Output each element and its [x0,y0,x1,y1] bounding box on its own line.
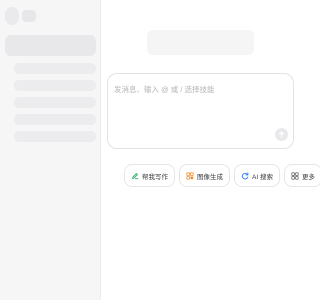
history-item-placeholder[interactable] [14,80,96,91]
message-input[interactable] [114,82,284,96]
pen-icon [132,172,139,179]
greeting-title-placeholder [147,30,254,55]
history-item-placeholder[interactable] [14,97,96,108]
quick-action-more[interactable]: 更多 [283,164,320,187]
composer-box[interactable] [107,73,294,149]
arrow-up-icon [278,131,285,138]
logo-placeholder [5,7,19,25]
quick-action-label: 图像生成 [197,173,223,181]
quick-action-ai-search[interactable]: AI 搜索 [234,164,280,187]
quick-action-write[interactable]: 帮我写作 [124,164,175,187]
sidebar-toggle-placeholder[interactable] [22,10,36,22]
history-item-placeholder[interactable] [14,131,96,142]
quick-actions: 帮我写作 图像生成 AI 搜索 更多 [124,164,320,187]
grid-icon [291,171,299,180]
quick-action-image[interactable]: 图像生成 [179,164,230,187]
app-window: 帮我写作 图像生成 AI 搜索 更多 [0,0,320,300]
search-refresh-icon [241,171,249,179]
new-chat-placeholder[interactable] [5,35,96,56]
quick-action-label: 更多 [301,173,315,181]
image-icon [186,171,194,180]
sidebar [0,0,101,300]
quick-action-label: AI 搜索 [252,173,273,181]
quick-action-label: 帮我写作 [142,173,168,181]
history-item-placeholder[interactable] [14,114,96,125]
send-button[interactable] [275,128,288,141]
history-item-placeholder[interactable] [14,63,96,74]
